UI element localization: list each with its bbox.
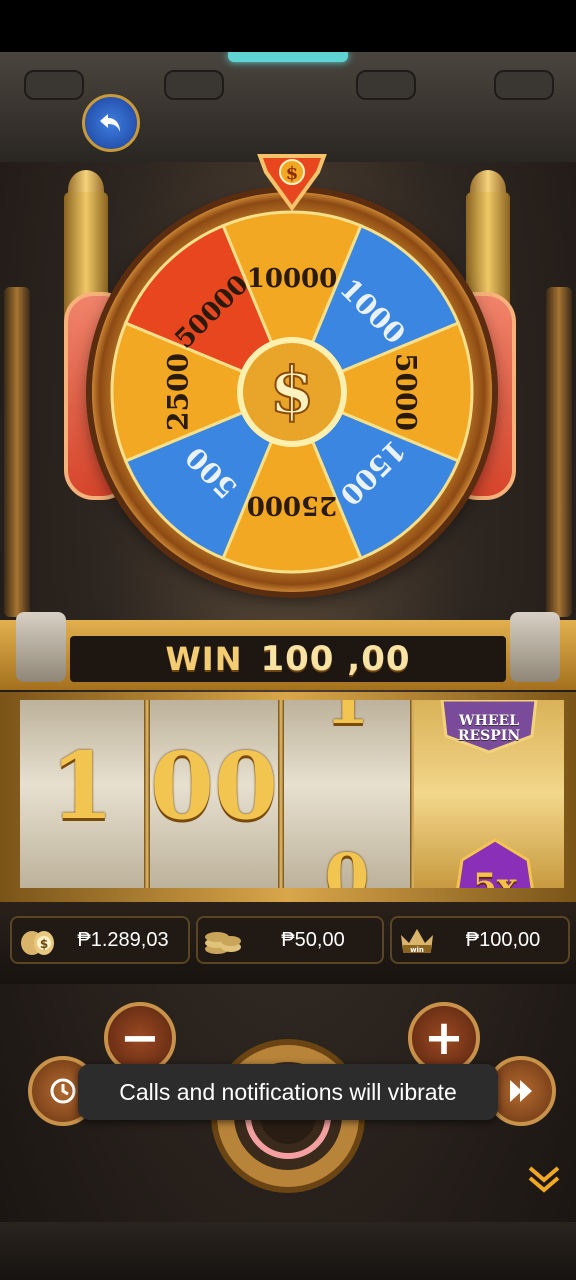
respin-line2: RESPIN bbox=[457, 728, 521, 744]
wheel-segment-label: 25000 bbox=[247, 490, 337, 520]
wheel-face: 1000010005000150025000500250050000$ bbox=[110, 210, 474, 574]
frame-plate bbox=[356, 70, 416, 100]
left-clamp bbox=[16, 612, 66, 682]
autoplay-icon bbox=[50, 1078, 76, 1104]
reel-2-digit: 00 bbox=[150, 732, 278, 840]
plus-icon: + bbox=[423, 1010, 465, 1066]
win-banner: WIN 100 ,00 bbox=[0, 612, 576, 702]
chevron-down-icon[interactable] bbox=[526, 1162, 562, 1198]
back-button[interactable] bbox=[82, 94, 140, 152]
pointer-dollar: $ bbox=[286, 163, 299, 184]
machine-floor bbox=[0, 1222, 576, 1280]
reel-2: 00 bbox=[150, 700, 278, 888]
win-label: WIN bbox=[165, 640, 243, 678]
reel-1: 1 bbox=[20, 700, 144, 888]
wheel-segment-label: 5000 bbox=[390, 353, 423, 431]
multiplier-value: 5x bbox=[473, 866, 517, 888]
wheel-pointer-icon: $ bbox=[257, 154, 327, 212]
bet-value: ₱50,00 bbox=[281, 928, 345, 951]
svg-text:$: $ bbox=[40, 937, 48, 951]
back-arrow-icon bbox=[100, 114, 120, 132]
reel-3: 1 0 bbox=[284, 700, 410, 888]
wheel-segment-label: 10000 bbox=[247, 264, 337, 294]
coin-stack-icon bbox=[202, 920, 244, 960]
reel-1-digit: 1 bbox=[49, 732, 114, 840]
wheel-segment-label: 2500 bbox=[162, 353, 195, 431]
reel-3-bottom-digit: 0 bbox=[324, 840, 370, 888]
respin-line1: WHEEL bbox=[458, 713, 520, 729]
reel-frame: 1 00 1 0 WHEEL RESPIN 5x bbox=[0, 692, 576, 902]
svg-text:win: win bbox=[410, 946, 424, 954]
respin-reel: WHEEL RESPIN 5x bbox=[414, 700, 564, 888]
minus-icon: − bbox=[119, 1010, 161, 1066]
dollar-icon: $ bbox=[270, 354, 315, 429]
prize-wheel: 10000 1000 5000 1500 25000 500 2500 50000 $ $ bbox=[52, 152, 528, 612]
win-total-box: win ₱100,00 bbox=[390, 916, 570, 964]
money-bag-icon: $ bbox=[16, 920, 58, 960]
right-clamp bbox=[510, 612, 560, 682]
right-rail bbox=[546, 287, 572, 617]
win-total-value: ₱100,00 bbox=[465, 928, 541, 951]
balance-box: $ ₱1.289,03 bbox=[10, 916, 190, 964]
system-toast: Calls and notifications will vibrate bbox=[78, 1064, 498, 1120]
turbo-icon bbox=[510, 1080, 532, 1102]
multiplier-badge: 5x bbox=[454, 838, 536, 888]
frame-plate bbox=[24, 70, 84, 100]
top-light-bar bbox=[228, 52, 348, 62]
win-value: 100 ,00 bbox=[260, 639, 411, 679]
crown-win-icon: win bbox=[396, 920, 438, 960]
info-bar: $ ₱1.289,03 ₱50,00 win ₱100,00 bbox=[0, 902, 576, 984]
left-rail bbox=[4, 287, 30, 617]
bet-box[interactable]: ₱50,00 bbox=[196, 916, 384, 964]
frame-plate bbox=[494, 70, 554, 100]
game-screen: 10000 1000 5000 1500 25000 500 2500 50000 $ $ WI… bbox=[0, 52, 576, 1280]
wheel-respin-badge: WHEEL RESPIN bbox=[436, 700, 542, 754]
win-display: WIN 100 ,00 bbox=[70, 636, 506, 682]
reel-3-top-digit: 1 bbox=[324, 700, 370, 739]
frame-plate bbox=[164, 70, 224, 100]
balance-value: ₱1.289,03 bbox=[77, 928, 169, 951]
